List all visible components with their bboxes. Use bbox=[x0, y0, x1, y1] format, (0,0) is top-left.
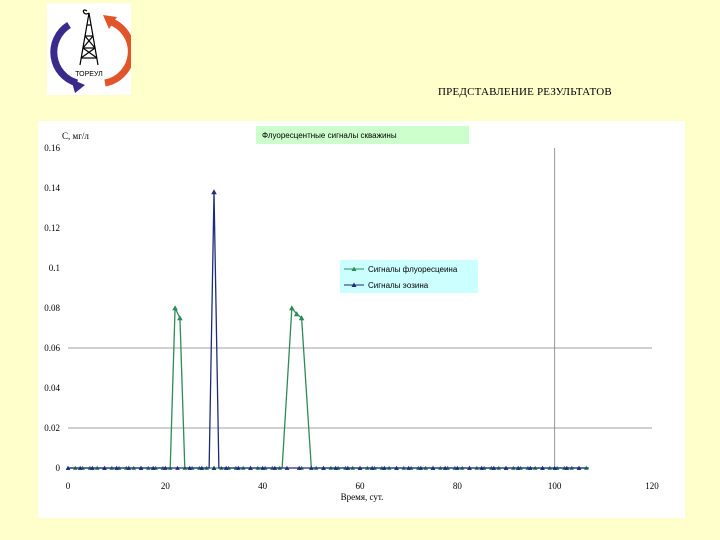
y-tick-label: 0.04 bbox=[44, 383, 60, 393]
chart-title: Флуоресцентные сигналы скважины bbox=[262, 131, 397, 140]
chart-area bbox=[38, 121, 685, 518]
y-tick-label: 0.12 bbox=[44, 223, 60, 233]
y-axis-label: C, мг/л bbox=[62, 131, 89, 141]
x-tick-label: 60 bbox=[356, 481, 366, 491]
chart: Флуоресцентные сигналы скважины C, мг/л … bbox=[38, 121, 685, 518]
legend-label-fluorescein: Сигналы флуоресцеина bbox=[368, 265, 458, 274]
y-tick-label: 0.14 bbox=[44, 183, 60, 193]
x-tick-label: 100 bbox=[548, 481, 562, 491]
x-tick-label: 40 bbox=[258, 481, 268, 491]
x-tick-label: 120 bbox=[645, 481, 659, 491]
y-tick-label: 0.1 bbox=[49, 263, 60, 273]
y-tick-label: 0.16 bbox=[44, 143, 60, 153]
x-tick-label: 0 bbox=[66, 481, 71, 491]
x-tick-label: 80 bbox=[453, 481, 463, 491]
x-tick-label: 20 bbox=[161, 481, 171, 491]
legend-label-eosin: Сигналы эозина bbox=[368, 281, 429, 290]
y-tick-label: 0.08 bbox=[44, 303, 60, 313]
y-tick-label: 0.02 bbox=[44, 423, 60, 433]
legend: Сигналы флуоресцеина Сигналы эозина bbox=[340, 260, 478, 293]
y-axis-ticks: 0 0.02 0.04 0.06 0.08 0.1 0.12 0.14 0.16 bbox=[44, 143, 60, 473]
y-tick-label: 0 bbox=[56, 463, 61, 473]
y-tick-label: 0.06 bbox=[44, 343, 60, 353]
x-axis-label: Время, сут. bbox=[341, 492, 384, 502]
